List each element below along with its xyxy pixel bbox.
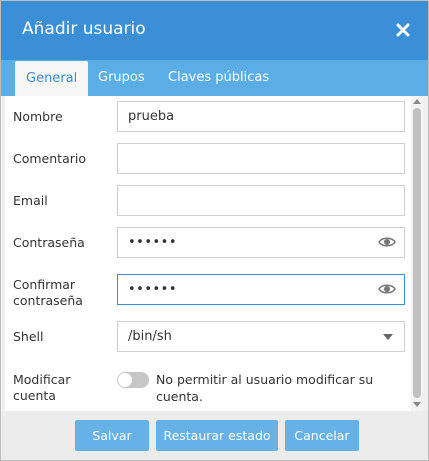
- cancel-button[interactable]: Cancelar: [285, 420, 359, 451]
- shell-value: /bin/sh: [128, 329, 172, 344]
- modificar-label-line1: Modificar: [13, 372, 71, 387]
- comentario-label: Comentario: [13, 151, 86, 166]
- confirmar-label: Confirmar contraseña: [13, 277, 83, 309]
- tab-bar: General Grupos Claves públicas: [1, 60, 428, 97]
- add-user-dialog: Añadir usuario General Grupos Claves púb…: [0, 0, 429, 461]
- vertical-scrollbar[interactable]: [411, 96, 423, 411]
- modificar-text-line2: cuenta.: [156, 389, 203, 404]
- shell-select[interactable]: /bin/sh: [117, 321, 405, 352]
- shell-label: Shell: [13, 329, 44, 344]
- comentario-input[interactable]: [117, 143, 405, 174]
- dialog-title: Añadir usuario: [22, 19, 146, 39]
- confirmar-label-line1: Confirmar: [13, 277, 76, 292]
- email-label: Email: [13, 193, 48, 208]
- modificar-description: No permitir al usuario modificar su cuen…: [156, 371, 396, 405]
- form-content: Nombre prueba Comentario Email Contraseñ…: [5, 96, 411, 411]
- close-icon[interactable]: [393, 20, 413, 40]
- eye-icon[interactable]: [378, 235, 396, 249]
- scroll-thumb[interactable]: [413, 108, 421, 398]
- contrasena-label: Contraseña: [13, 235, 85, 250]
- modificar-label-line2: cuenta: [13, 388, 56, 403]
- nombre-label: Nombre: [13, 109, 63, 124]
- confirmar-label-line2: contraseña: [13, 293, 83, 308]
- save-button[interactable]: Salvar: [75, 420, 149, 451]
- tab-grupos[interactable]: Grupos: [87, 60, 156, 96]
- contrasena-input[interactable]: ••••••: [117, 227, 405, 258]
- modificar-toggle[interactable]: [117, 372, 149, 388]
- modificar-text-line1: No permitir al usuario modificar su: [156, 372, 374, 387]
- scroll-down-icon[interactable]: [413, 402, 421, 407]
- nombre-input[interactable]: prueba: [117, 101, 405, 132]
- toggle-knob: [118, 373, 132, 387]
- reset-button[interactable]: Restaurar estado: [156, 420, 278, 451]
- eye-icon[interactable]: [378, 282, 396, 296]
- scroll-up-icon[interactable]: [413, 99, 421, 104]
- chevron-down-icon: [383, 334, 393, 340]
- modificar-label: Modificar cuenta: [13, 372, 70, 404]
- tab-claves-publicas[interactable]: Claves públicas: [157, 60, 280, 96]
- confirmar-value: ••••••: [128, 282, 178, 297]
- confirmar-input[interactable]: ••••••: [117, 274, 405, 305]
- contrasena-value: ••••••: [128, 235, 178, 250]
- close-icon-glyph: [396, 23, 410, 37]
- tab-general[interactable]: General: [15, 61, 89, 97]
- email-input[interactable]: [117, 185, 405, 216]
- dialog-footer: Salvar Restaurar estado Cancelar: [1, 411, 428, 460]
- dialog-titlebar: Añadir usuario: [1, 1, 428, 60]
